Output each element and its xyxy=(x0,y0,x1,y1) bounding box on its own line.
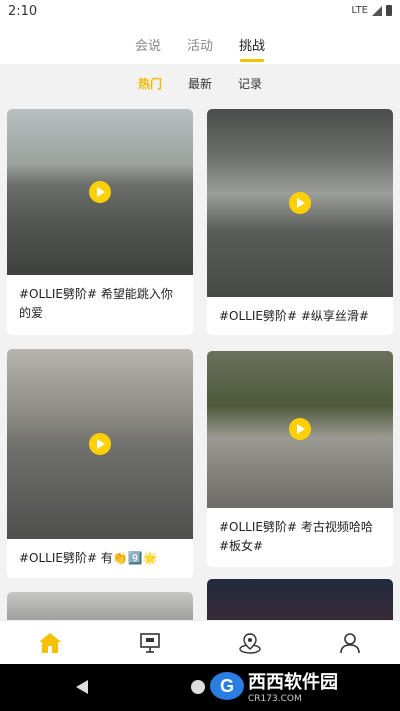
play-icon[interactable] xyxy=(89,181,111,203)
video-caption: #OLLIE劈阶# 有👏9️⃣🌟 xyxy=(19,551,158,565)
network-type: LTE xyxy=(351,5,368,16)
presentation-icon[interactable] xyxy=(139,632,161,654)
watermark-name: 西西软件园 xyxy=(248,672,338,693)
video-thumbnail[interactable] xyxy=(207,351,393,508)
map-pin-icon[interactable] xyxy=(238,632,262,654)
video-grid: #OLLIE劈阶# 希望能跳入你的爱 #OLLIE劈阶# #纵享丝滑# #OLL… xyxy=(0,102,400,620)
watermark: G 西西软件园 CR173.COM xyxy=(210,668,338,704)
bottom-nav xyxy=(0,620,400,664)
status-time: 2:10 xyxy=(8,4,38,19)
nav-profile[interactable] xyxy=(300,621,400,664)
video-thumbnail[interactable] xyxy=(207,579,393,620)
status-bar: 2:10 LTE xyxy=(0,0,400,24)
video-card[interactable]: #OLLIE劈阶# #纵享丝滑# xyxy=(207,109,393,335)
subtab-latest[interactable]: 最新 xyxy=(188,75,212,92)
video-card[interactable] xyxy=(7,592,193,620)
home-icon[interactable] xyxy=(38,632,62,654)
nav-location[interactable] xyxy=(200,621,300,664)
video-card[interactable]: #OLLIE劈阶# 希望能跳入你的爱 xyxy=(7,109,193,335)
status-indicators: LTE xyxy=(351,5,392,16)
video-card[interactable]: #OLLIE劈阶# 有👏9️⃣🌟 xyxy=(7,349,193,578)
subtab-hot[interactable]: 热门 xyxy=(138,75,162,92)
video-caption: #OLLIE劈阶# 考古视频哈哈#板女# xyxy=(219,520,373,553)
watermark-logo: G xyxy=(210,672,244,700)
play-icon[interactable] xyxy=(289,192,311,214)
video-thumbnail[interactable] xyxy=(7,592,193,620)
video-thumbnail[interactable] xyxy=(7,109,193,275)
video-thumbnail[interactable] xyxy=(207,109,393,297)
back-icon[interactable] xyxy=(76,680,88,694)
watermark-url: CR173.COM xyxy=(248,694,302,704)
person-icon[interactable] xyxy=(339,632,361,654)
home-button-icon[interactable] xyxy=(191,680,205,694)
play-icon[interactable] xyxy=(289,418,311,440)
subtab-record[interactable]: 记录 xyxy=(238,75,262,92)
video-card[interactable]: #OLLIE劈阶# 考古视频哈哈#板女# xyxy=(207,351,393,567)
video-caption: #OLLIE劈阶# #纵享丝滑# xyxy=(219,309,369,323)
tab-tiaozhan[interactable]: 挑战 xyxy=(239,29,265,60)
nav-presentation[interactable] xyxy=(100,621,200,664)
sub-tabs: 热门 最新 记录 xyxy=(0,64,400,102)
nav-home[interactable] xyxy=(0,621,100,664)
top-tabs: 会说 活动 挑战 xyxy=(0,24,400,64)
play-icon[interactable] xyxy=(89,433,111,455)
tab-huodong[interactable]: 活动 xyxy=(187,29,213,60)
video-caption: #OLLIE劈阶# 希望能跳入你的爱 xyxy=(19,287,173,320)
battery-icon xyxy=(386,5,392,16)
signal-icon xyxy=(372,5,382,16)
video-card[interactable] xyxy=(207,579,393,620)
video-thumbnail[interactable] xyxy=(7,349,193,539)
system-navigation-bar xyxy=(0,664,400,711)
tab-huishuo[interactable]: 会说 xyxy=(135,29,161,60)
